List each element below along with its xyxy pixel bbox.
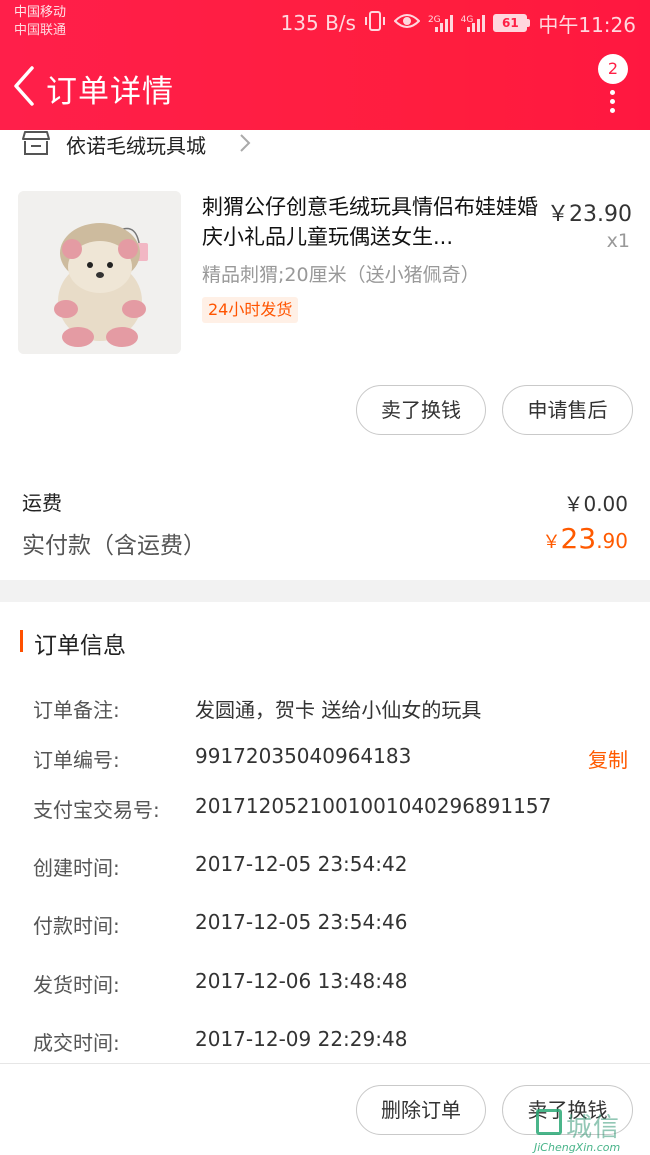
shop-name: 依诺毛绒玩具城 <box>66 134 206 158</box>
paid-time-value: 2017-12-05 23:54:46 <box>195 910 408 934</box>
battery-level: 61 <box>493 14 528 32</box>
status-bar: 中国移动 中国联通 135 B/s 2G 4G 61 中午11:26 <box>0 0 650 46</box>
clock: 中午11:26 <box>538 12 636 37</box>
watermark-cn: 城信 <box>566 1113 621 1143</box>
battery-icon: 61 <box>493 14 531 32</box>
after-sales-button[interactable]: 申请售后 <box>502 385 633 435</box>
delete-order-button[interactable]: 删除订单 <box>356 1085 486 1135</box>
paid-currency: ￥ <box>542 532 561 553</box>
shipping-fee-value: ￥0.00 <box>563 492 628 516</box>
sell-button[interactable]: 卖了换钱 <box>356 385 486 435</box>
chevron-left-icon <box>14 66 34 106</box>
shop-row[interactable]: 依诺毛绒玩具城 <box>0 130 650 160</box>
paid-time-label: 付款时间: <box>33 914 120 938</box>
shipped-time-label: 发货时间: <box>33 973 120 997</box>
back-button[interactable] <box>10 64 40 108</box>
signal-2g-icon: 2G <box>428 14 453 32</box>
watermark-logo-icon <box>536 1109 562 1135</box>
order-number-label: 订单编号: <box>33 748 120 772</box>
completed-time-label: 成交时间: <box>33 1031 120 1055</box>
shipping-fee-label: 运费 <box>22 491 62 515</box>
more-menu-button[interactable]: 2 <box>596 54 630 114</box>
net-speed: 135 B/s <box>280 11 356 35</box>
paid-integer: 23 <box>560 522 597 555</box>
watermark-en: JiChengXin.com <box>534 1141 621 1154</box>
header: 中国移动 中国联通 135 B/s 2G 4G 61 中午11:26 订单详情 … <box>0 0 650 130</box>
chevron-right-icon <box>240 134 251 152</box>
more-dots-icon <box>610 90 616 114</box>
created-time-value: 2017-12-05 23:54:42 <box>195 852 408 876</box>
signal-4g-icon: 4G <box>461 14 486 32</box>
message-count-badge: 2 <box>598 54 628 84</box>
product-thumbnail[interactable] <box>18 191 181 354</box>
shop-icon <box>22 131 50 155</box>
paid-amount-label: 实付款（含运费） <box>22 533 206 559</box>
alipay-trade-label: 支付宝交易号: <box>33 798 160 822</box>
shipping-tag: 24小时发货 <box>202 297 299 323</box>
section-accent-bar <box>20 630 23 652</box>
carrier-info: 中国移动 中国联通 <box>14 4 66 40</box>
product-price: ￥23.90 <box>547 202 632 227</box>
created-time-label: 创建时间: <box>33 856 120 880</box>
shipped-time-value: 2017-12-06 13:48:48 <box>195 969 408 993</box>
order-number-value: 99172035040964183 <box>195 744 412 768</box>
page-title: 订单详情 <box>46 74 174 110</box>
alipay-trade-value: 2017120521001001040296891157 <box>195 794 552 818</box>
carrier-2: 中国联通 <box>14 23 67 38</box>
product-title[interactable]: 刺猬公仔创意毛绒玩具情侣布娃娃婚庆小礼品儿童玩偶送女生... <box>202 192 538 252</box>
site-watermark: 城信 JiChengXin.com <box>532 1105 650 1155</box>
hedgehog-plush-image <box>18 191 181 354</box>
product-sku: 精品刺猬;20厘米（送小猪佩奇） <box>202 264 480 286</box>
paid-decimal: .90 <box>596 529 628 553</box>
product-quantity: x1 <box>606 230 630 252</box>
copy-order-number-button[interactable]: 复制 <box>588 744 628 773</box>
nav-bar: 订单详情 2 <box>0 46 650 130</box>
paid-amount-value: ￥23.90 <box>543 522 628 555</box>
status-icons: 135 B/s 2G 4G 61 中午11:26 <box>281 9 636 37</box>
eye-icon <box>393 11 421 35</box>
carrier-1: 中国移动 <box>14 5 67 20</box>
vibrate-icon <box>364 10 386 37</box>
section-divider <box>0 580 650 602</box>
order-note-value: 发圆通，贺卡 送给小仙女的玩具 <box>195 698 482 722</box>
order-info-title: 订单信息 <box>34 633 126 659</box>
order-note-label: 订单备注: <box>33 698 120 722</box>
completed-time-value: 2017-12-09 22:29:48 <box>195 1027 408 1051</box>
